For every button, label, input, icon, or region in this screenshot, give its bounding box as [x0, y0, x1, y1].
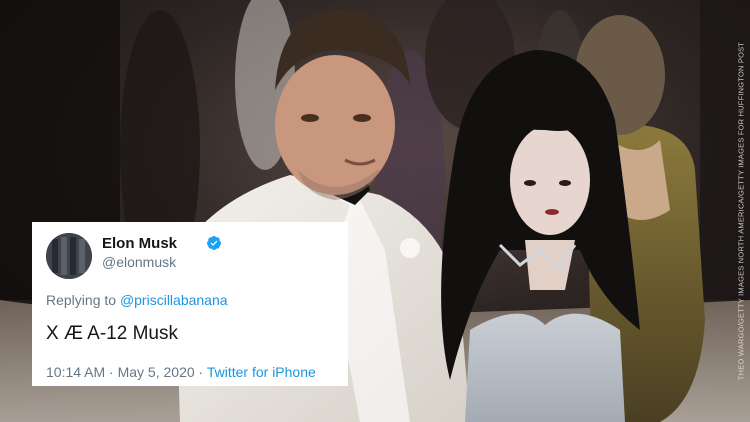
replying-to-prefix: Replying to: [46, 292, 120, 308]
tweet-handle[interactable]: @elonmusk: [102, 254, 176, 270]
tweet-text: X Æ A-12 Musk: [46, 323, 178, 344]
avatar-image: [46, 233, 92, 279]
tweet-timestamp[interactable]: 10:14 AM · May 5, 2020 ·: [46, 364, 207, 380]
tweet-card: Elon Musk @elonmusk Replying to @priscil…: [32, 222, 348, 386]
photo-credit: THEO WARGO/GETTY IMAGES NORTH AMERICA/GE…: [734, 0, 748, 422]
replying-to-link[interactable]: @priscillabanana: [120, 292, 228, 308]
photo-credit-text: THEO WARGO/GETTY IMAGES NORTH AMERICA/GE…: [736, 41, 746, 381]
verified-badge-icon: [207, 236, 221, 250]
avatar[interactable]: [46, 233, 92, 279]
tweet-source[interactable]: Twitter for iPhone: [207, 364, 316, 380]
tweet-meta: 10:14 AM · May 5, 2020 · Twitter for iPh…: [46, 364, 316, 380]
tweet-display-name[interactable]: Elon Musk: [102, 235, 177, 252]
replying-to-line: Replying to @priscillabanana: [46, 292, 228, 308]
